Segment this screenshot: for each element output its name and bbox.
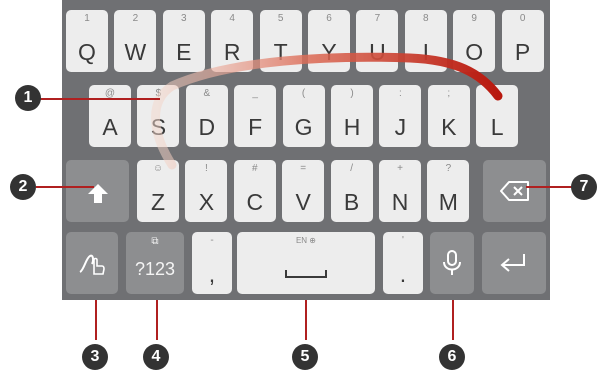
callout-5: 5 — [292, 344, 318, 370]
callout-2: 2 — [10, 174, 36, 200]
callout-3: 3 — [82, 344, 108, 370]
callout-4-line — [156, 300, 158, 340]
callout-3-line — [95, 300, 97, 340]
callout-7-line — [526, 186, 576, 188]
callout-7: 7 — [571, 174, 597, 200]
callout-4: 4 — [143, 344, 169, 370]
callout-6-line — [452, 300, 454, 340]
callout-1-line — [40, 98, 160, 100]
callout-5-line — [305, 300, 307, 340]
callout-1: 1 — [15, 85, 41, 111]
callout-2-line — [36, 186, 94, 188]
callout-6: 6 — [439, 344, 465, 370]
